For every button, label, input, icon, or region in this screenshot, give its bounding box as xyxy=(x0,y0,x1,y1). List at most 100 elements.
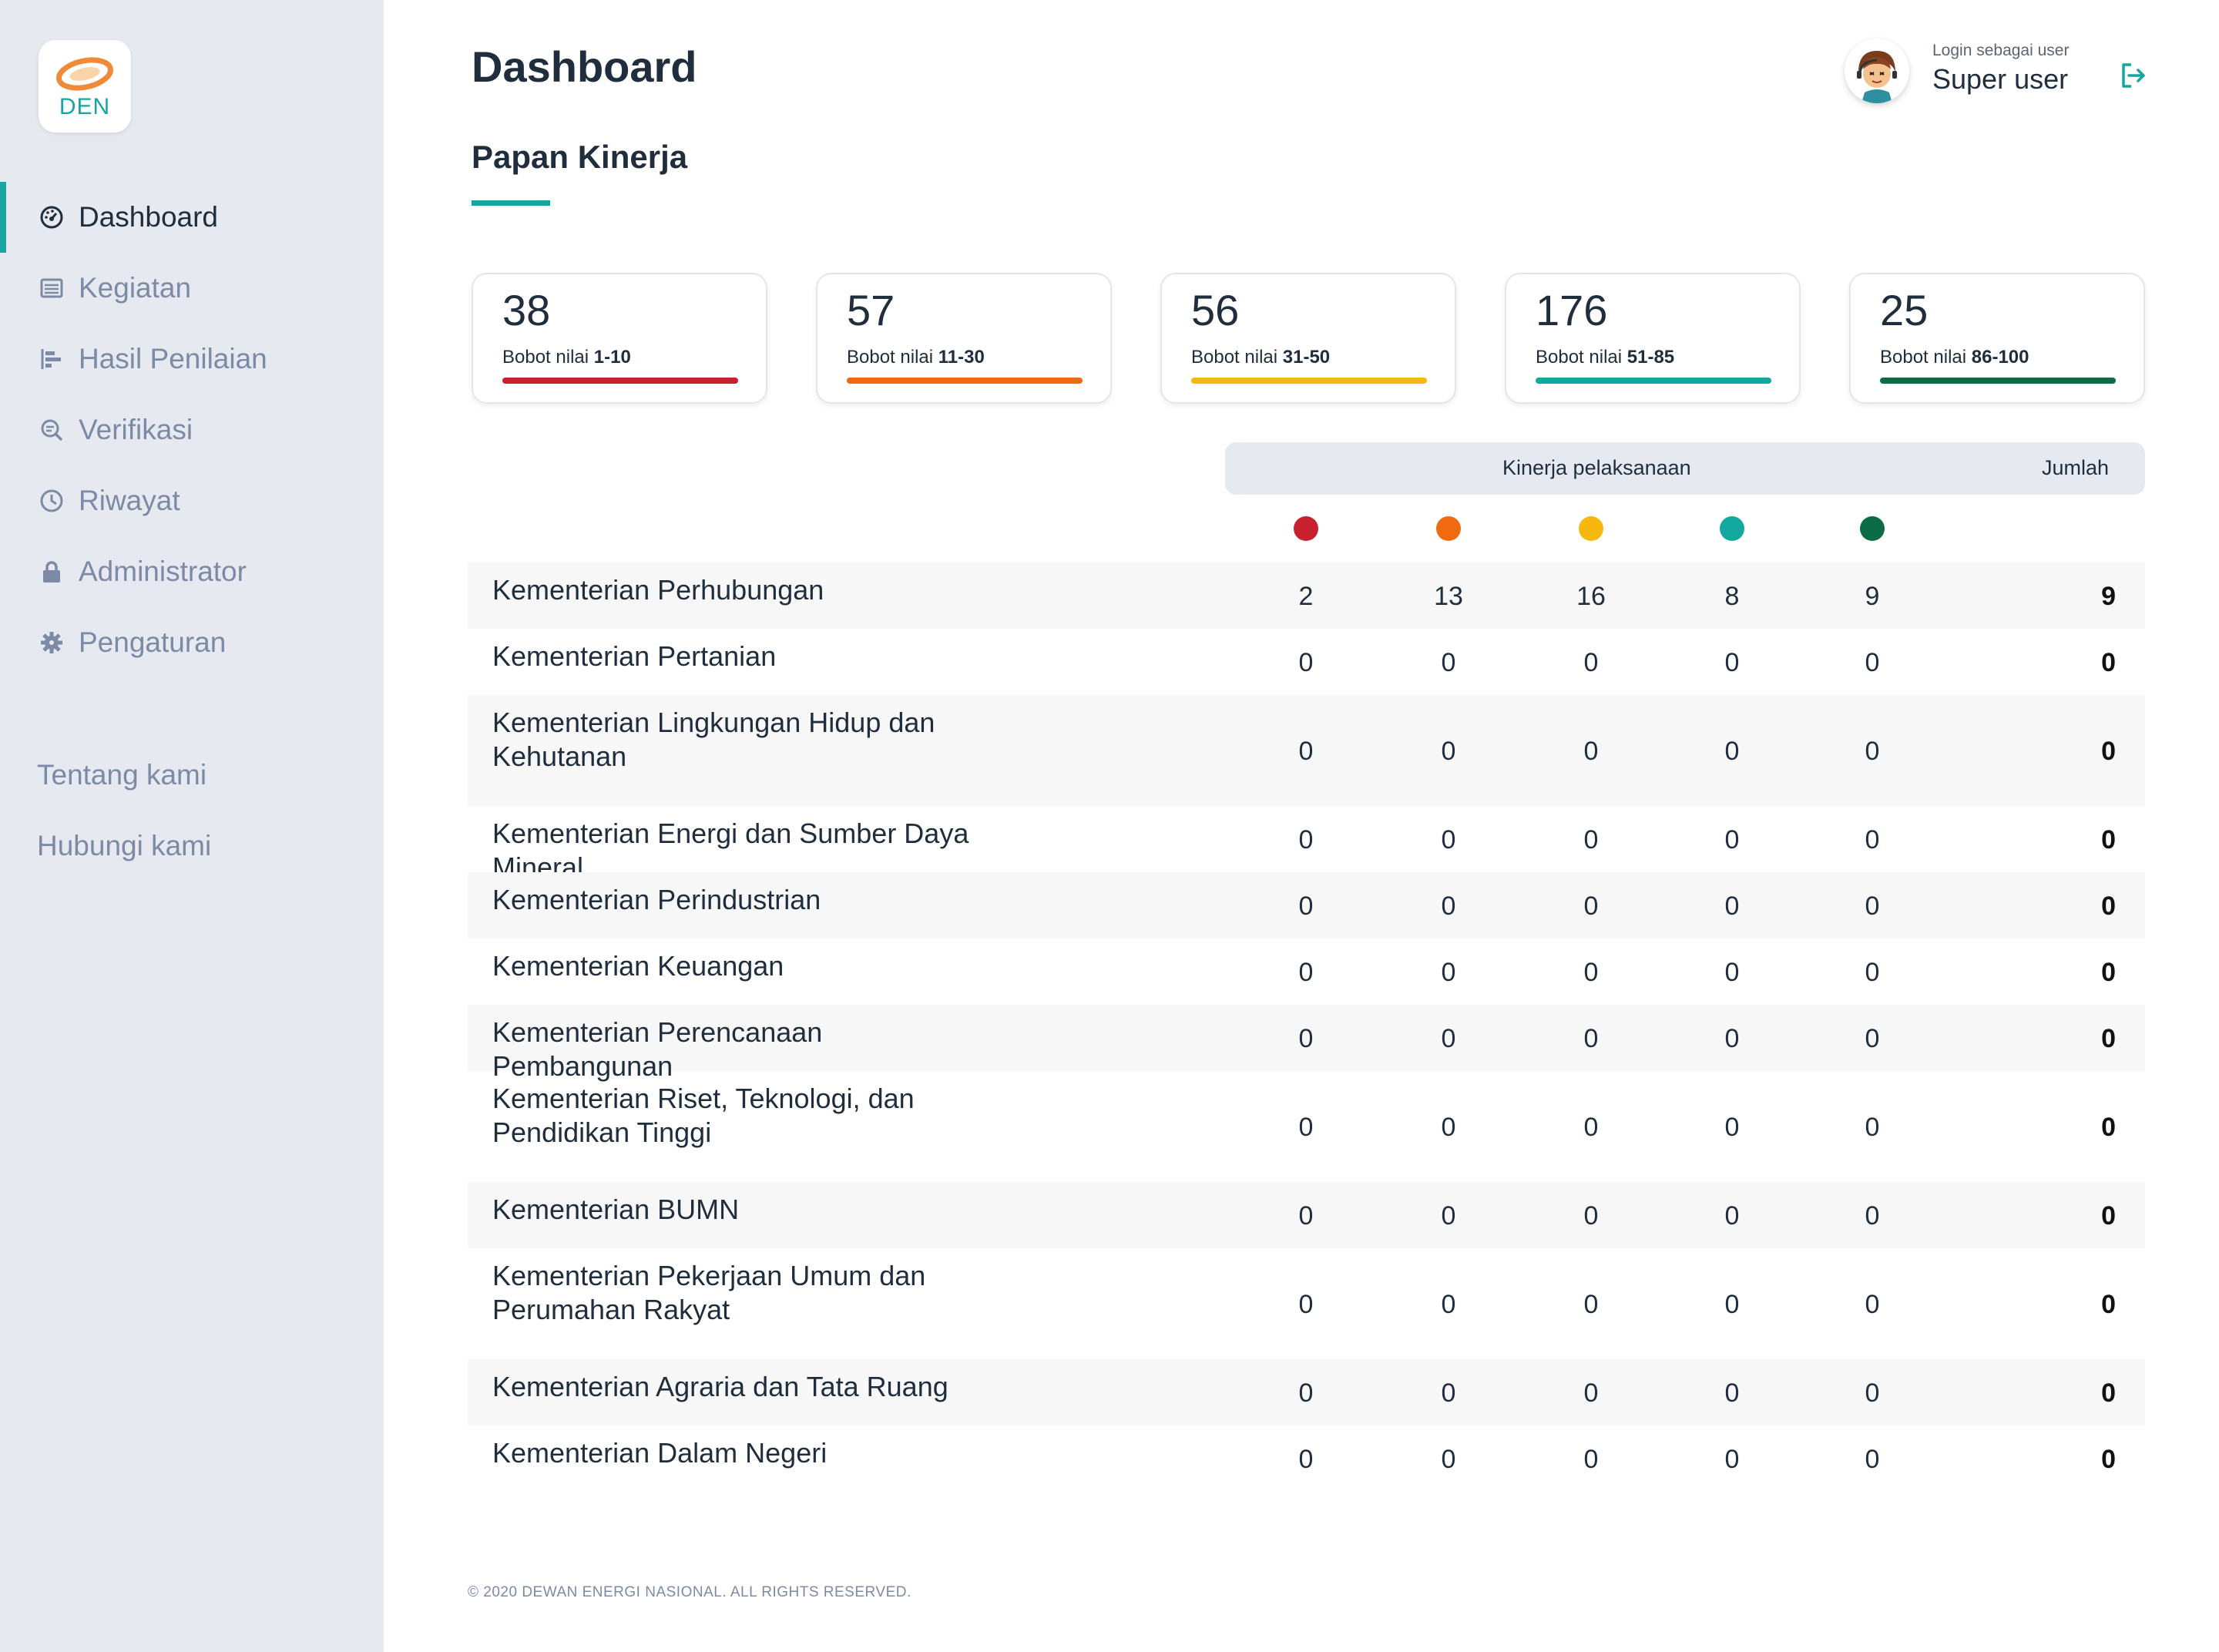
row-name: Kementerian Lingkungan Hidup dan Kehutan… xyxy=(492,707,935,772)
sidebar-item-label: Hasil Penilaian xyxy=(79,343,267,374)
sidebar-item-administrator[interactable]: Administrator xyxy=(0,536,384,607)
table-row[interactable]: Kementerian Energi dan Sumber Daya Miner… xyxy=(468,806,2145,883)
row-total: 0 xyxy=(2101,1378,2116,1408)
row-value: 0 xyxy=(1583,825,1599,855)
table-row[interactable]: Kementerian Perhubungan 2 13 16 8 9 9 xyxy=(468,562,2145,629)
row-total: 0 xyxy=(2101,737,2116,766)
sidebar-item-pengaturan[interactable]: Pengaturan xyxy=(0,607,384,678)
card-count: 38 xyxy=(502,286,551,334)
logout-button[interactable] xyxy=(2117,60,2148,91)
row-value: 0 xyxy=(1441,1201,1456,1231)
row-value: 0 xyxy=(1865,737,1880,766)
list-icon xyxy=(39,275,65,301)
row-name: Kementerian Pekerjaan Umum dan Perumahan… xyxy=(492,1260,926,1325)
row-value: 0 xyxy=(1298,1445,1314,1474)
card-label: Bobot nilai 31-50 xyxy=(1191,347,1330,368)
table-row[interactable]: Kementerian BUMN 0 0 0 0 0 0 xyxy=(468,1182,2145,1248)
sidebar-item-label: Dashboard xyxy=(79,201,219,233)
logo-text: DEN xyxy=(59,94,111,119)
legend-dot xyxy=(1579,516,1603,541)
row-value: 0 xyxy=(1724,737,1740,766)
row-value: 0 xyxy=(1298,1024,1314,1053)
sidebar-item-kegiatan[interactable]: Kegiatan xyxy=(0,253,384,324)
row-total: 0 xyxy=(2101,1201,2116,1231)
row-value: 0 xyxy=(1583,1378,1599,1408)
row-value: 13 xyxy=(1434,582,1463,611)
row-value: 0 xyxy=(1298,648,1314,677)
sidebar-item-label: Riwayat xyxy=(79,485,180,516)
sidebar-item-label: Administrator xyxy=(79,556,247,587)
sidebar-link-tentang-kami[interactable]: Tentang kami xyxy=(0,740,384,811)
card-label-text: Bobot nilai xyxy=(847,347,938,368)
row-value: 0 xyxy=(1583,1445,1599,1474)
legend-dot xyxy=(1436,516,1461,541)
table-row[interactable]: Kementerian Agraria dan Tata Ruang 0 0 0 0 0 0 xyxy=(468,1359,2145,1425)
sidebar: DEN Dashboard Kegiatan Hasil Penilaian Veri… xyxy=(0,0,384,1652)
table-row[interactable]: Kementerian Perindustrian 0 0 0 0 0 0 xyxy=(468,872,2145,938)
column-header-kinerja: Kinerja pelaksanaan xyxy=(1502,456,1691,479)
sidebar-link-hubungi-kami[interactable]: Hubungi kami xyxy=(0,811,384,881)
row-name: Kementerian Keuangan xyxy=(492,950,784,982)
row-value: 0 xyxy=(1865,648,1880,677)
row-total: 0 xyxy=(2101,825,2116,855)
sidebar-item-hasil-penilaian[interactable]: Hasil Penilaian xyxy=(0,324,384,395)
sidebar-item-riwayat[interactable]: Riwayat xyxy=(0,465,384,536)
row-value: 0 xyxy=(1865,958,1880,987)
avatar[interactable] xyxy=(1845,39,1909,103)
row-value: 0 xyxy=(1583,1201,1599,1231)
row-name: Kementerian Riset, Teknologi, dan Pendid… xyxy=(492,1083,915,1148)
row-total: 9 xyxy=(2101,582,2116,611)
row-value: 0 xyxy=(1583,891,1599,921)
card-range: 51-85 xyxy=(1626,347,1675,368)
row-value: 0 xyxy=(1865,1201,1880,1231)
row-value: 0 xyxy=(1298,1290,1314,1319)
summary-card[interactable]: 25 Bobot nilai 86-100 xyxy=(1849,273,2145,404)
table-row[interactable]: Kementerian Pekerjaan Umum dan Perumahan… xyxy=(468,1248,2145,1359)
table-row[interactable]: Kementerian Dalam Negeri 0 0 0 0 0 0 xyxy=(468,1425,2145,1492)
card-label: Bobot nilai 11-30 xyxy=(847,347,985,368)
row-value: 0 xyxy=(1724,1378,1740,1408)
kementerian-table: Kementerian Perhubungan 2 13 16 8 9 9 Kementeri… xyxy=(468,562,2145,1492)
row-value: 0 xyxy=(1724,1201,1740,1231)
summary-cards: 38 Bobot nilai 1-10 57 Bobot nilai 11-30 56 B… xyxy=(472,273,2145,404)
den-logo-icon xyxy=(56,57,113,91)
table-row[interactable]: Kementerian Riset, Teknologi, dan Pendid… xyxy=(468,1071,2145,1182)
summary-card[interactable]: 56 Bobot nilai 31-50 xyxy=(1160,273,1456,404)
table-row[interactable]: Kementerian Lingkungan Hidup dan Kehutan… xyxy=(468,695,2145,806)
card-label-text: Bobot nilai xyxy=(502,347,594,368)
sidebar-item-verifikasi[interactable]: Verifikasi xyxy=(0,395,384,465)
gear-icon xyxy=(39,630,65,656)
row-value: 0 xyxy=(1724,891,1740,921)
den-logo[interactable]: DEN xyxy=(39,40,131,133)
row-name: Kementerian Perhubungan xyxy=(492,574,824,606)
row-value: 0 xyxy=(1441,891,1456,921)
row-value: 8 xyxy=(1724,582,1740,611)
logout-icon xyxy=(2122,63,2145,88)
card-label-text: Bobot nilai xyxy=(1536,347,1627,368)
row-total: 0 xyxy=(2101,648,2116,677)
card-count: 57 xyxy=(847,286,895,334)
lock-icon xyxy=(39,559,65,585)
row-value: 0 xyxy=(1298,825,1314,855)
legend-dot xyxy=(1860,516,1885,541)
row-value: 0 xyxy=(1583,1113,1599,1142)
row-total: 0 xyxy=(2101,1113,2116,1142)
sidebar-item-dashboard[interactable]: Dashboard xyxy=(0,182,384,253)
summary-card[interactable]: 38 Bobot nilai 1-10 xyxy=(472,273,767,404)
table-row[interactable]: Kementerian Perencanaan Pembangunan 0 0 0 0 0… xyxy=(468,1005,2145,1082)
sidebar-nav: Dashboard Kegiatan Hasil Penilaian Verifika… xyxy=(0,182,384,678)
row-name: Kementerian Perindustrian xyxy=(492,884,821,915)
card-range: 31-50 xyxy=(1282,347,1331,368)
row-total: 0 xyxy=(2101,1445,2116,1474)
table-row[interactable]: Kementerian Keuangan 0 0 0 0 0 0 xyxy=(468,938,2145,1005)
row-value: 0 xyxy=(1583,648,1599,677)
sidebar-item-label: Pengaturan xyxy=(79,626,227,658)
summary-card[interactable]: 176 Bobot nilai 51-85 xyxy=(1505,273,1801,404)
card-label: Bobot nilai 51-85 xyxy=(1536,347,1674,368)
row-value: 0 xyxy=(1441,1290,1456,1319)
summary-card[interactable]: 57 Bobot nilai 11-30 xyxy=(816,273,1112,404)
row-value: 0 xyxy=(1865,1445,1880,1474)
table-row[interactable]: Kementerian Pertanian 0 0 0 0 0 0 xyxy=(468,629,2145,695)
row-value: 9 xyxy=(1865,582,1880,611)
user-menu[interactable]: Login sebagai user Super user xyxy=(1845,39,2160,116)
